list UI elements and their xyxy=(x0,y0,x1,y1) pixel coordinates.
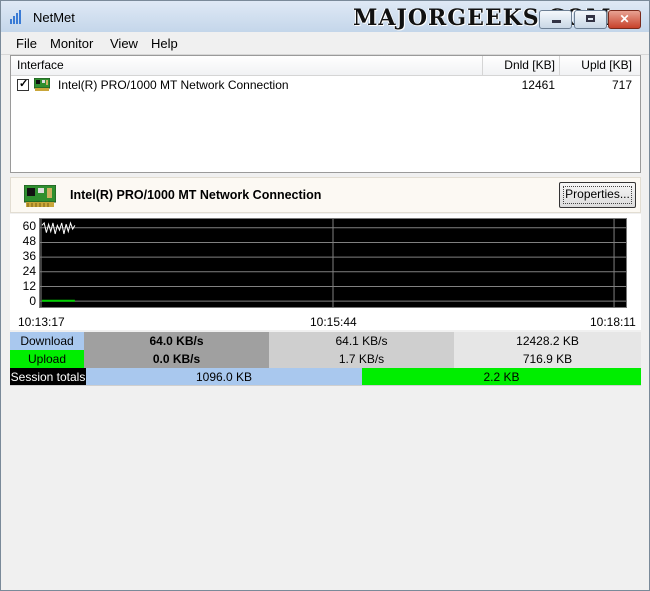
download-total: 12428.2 KB xyxy=(454,332,641,350)
upload-total: 716.9 KB xyxy=(454,350,641,368)
interface-list[interactable]: Interface Dnld [KB] Upld [KB] ✓ Intel(R)… xyxy=(10,55,641,173)
interface-name: Intel(R) PRO/1000 MT Network Connection xyxy=(58,78,289,92)
interface-list-header: Interface Dnld [KB] Upld [KB] xyxy=(11,56,640,76)
session-upload-total: 2.2 KB xyxy=(362,368,641,386)
interface-checkbox[interactable]: ✓ xyxy=(17,78,29,91)
interface-dnld: 12461 xyxy=(521,78,555,92)
maximize-icon xyxy=(586,15,595,22)
menu-file[interactable]: File xyxy=(16,36,37,51)
network-card-icon xyxy=(24,185,56,207)
netmet-window: NetMet MAJORGEEKS.COM ✕ File Monitor Vie… xyxy=(0,0,650,591)
network-card-icon xyxy=(34,78,50,91)
download-label: Download xyxy=(10,332,84,350)
y-tick-label: 24 xyxy=(22,264,36,278)
session-totals-label: Session totals xyxy=(10,368,86,386)
y-tick-label: 0 xyxy=(29,294,36,308)
focus-rect xyxy=(563,186,632,204)
y-tick-label: 36 xyxy=(22,249,36,263)
properties-button[interactable]: Properties... xyxy=(559,182,636,208)
menu-monitor[interactable]: Monitor xyxy=(50,36,93,51)
minimize-icon xyxy=(552,20,561,23)
download-average: 64.1 KB/s xyxy=(269,332,454,350)
menu-bar: File Monitor View Help xyxy=(1,32,649,55)
menu-help[interactable]: Help xyxy=(151,36,178,51)
window-title: NetMet xyxy=(33,10,75,25)
majorgeeks-watermark: MAJORGEEKS.COM xyxy=(353,5,612,31)
maximize-button[interactable] xyxy=(574,10,607,29)
session-download-total: 1096.0 KB xyxy=(86,368,362,386)
stats-table: Download 64.0 KB/s 64.1 KB/s 12428.2 KB … xyxy=(10,332,641,386)
download-series-line xyxy=(41,221,76,235)
x-tick-label: 10:15:44 xyxy=(310,315,357,329)
y-tick-label: 48 xyxy=(22,234,36,248)
traffic-graph: 60 48 36 24 12 0 10:13:17 10:15:44 10:18:11 xyxy=(10,214,641,330)
menu-view[interactable]: View xyxy=(110,36,138,51)
close-icon: ✕ xyxy=(619,12,630,26)
netmet-app-icon xyxy=(10,10,21,24)
x-tick-label: 10:13:17 xyxy=(18,315,65,329)
upload-label: Upload xyxy=(10,350,84,368)
y-tick-label: 12 xyxy=(22,279,36,293)
interface-detail-header: Intel(R) PRO/1000 MT Network Connection … xyxy=(10,177,641,213)
detail-interface-title: Intel(R) PRO/1000 MT Network Connection xyxy=(70,188,322,202)
close-button[interactable]: ✕ xyxy=(608,10,641,29)
column-upld[interactable]: Upld [KB] xyxy=(560,56,636,75)
minimize-button[interactable] xyxy=(539,10,572,29)
column-interface[interactable]: Interface xyxy=(17,56,64,75)
x-tick-label: 10:18:11 xyxy=(590,315,636,329)
interface-row[interactable]: ✓ Intel(R) PRO/1000 MT Network Connectio… xyxy=(11,76,640,94)
traffic-plot xyxy=(39,218,627,308)
download-current: 64.0 KB/s xyxy=(84,332,269,350)
empty-panel xyxy=(10,385,641,582)
column-dnld[interactable]: Dnld [KB] xyxy=(483,56,559,75)
y-tick-label: 60 xyxy=(22,219,36,233)
upload-current: 0.0 KB/s xyxy=(84,350,269,368)
upload-average: 1.7 KB/s xyxy=(269,350,454,368)
interface-upld: 717 xyxy=(611,78,632,92)
title-bar[interactable]: NetMet MAJORGEEKS.COM ✕ xyxy=(1,1,649,32)
checkmark-icon: ✓ xyxy=(19,78,29,90)
